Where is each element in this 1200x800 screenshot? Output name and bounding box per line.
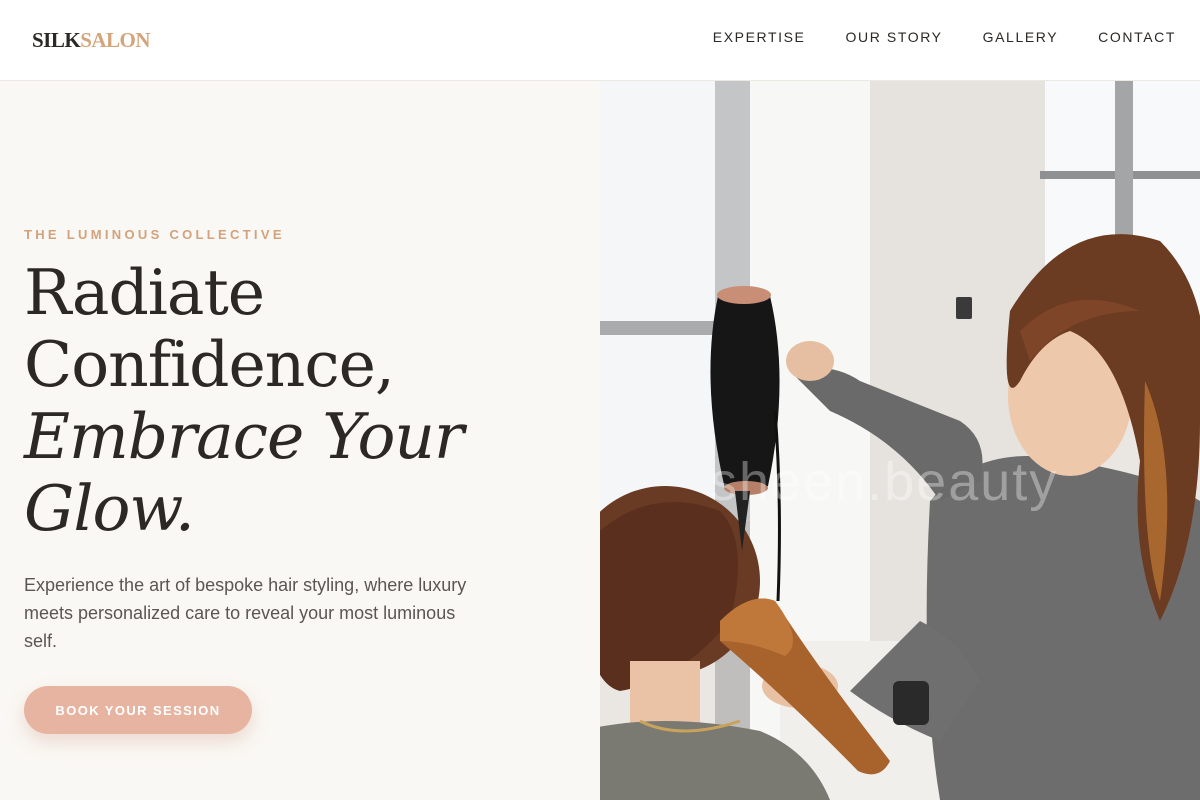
brand-name-part1: SILK — [32, 28, 81, 52]
brand-logo[interactable]: SILKSALON — [32, 28, 151, 53]
hero-content: THE LUMINOUS COLLECTIVE Radiate Confiden… — [0, 81, 600, 800]
nav-item-expertise[interactable]: EXPERTISE — [713, 29, 806, 45]
headline-line-2: Confidence, — [24, 328, 395, 401]
main-nav: EXPERTISE OUR STORY GALLERY CONTACT — [713, 29, 1176, 45]
nav-item-our-story[interactable]: OUR STORY — [846, 29, 943, 45]
headline-line-1: Radiate — [24, 256, 265, 329]
nav-item-contact[interactable]: CONTACT — [1098, 29, 1176, 45]
salon-photo-illustration — [600, 81, 1200, 800]
hero-eyebrow: THE LUMINOUS COLLECTIVE — [24, 227, 285, 242]
nav-item-gallery[interactable]: GALLERY — [983, 29, 1059, 45]
hero-image: sheen.beauty — [600, 81, 1200, 800]
hero-headline: Radiate Confidence, Embrace Your Glow. — [24, 256, 464, 545]
headline-italic-line-1: Embrace Your — [24, 400, 464, 473]
image-watermark: sheen.beauty — [710, 452, 1059, 512]
headline-italic-line-2: Glow. — [24, 472, 195, 545]
brand-name-part2: SALON — [80, 28, 151, 52]
book-session-button[interactable]: BOOK YOUR SESSION — [24, 686, 252, 734]
hero-subtext: Experience the art of bespoke hair styli… — [24, 575, 467, 651]
site-header: SILKSALON EXPERTISE OUR STORY GALLERY CO… — [0, 0, 1200, 81]
